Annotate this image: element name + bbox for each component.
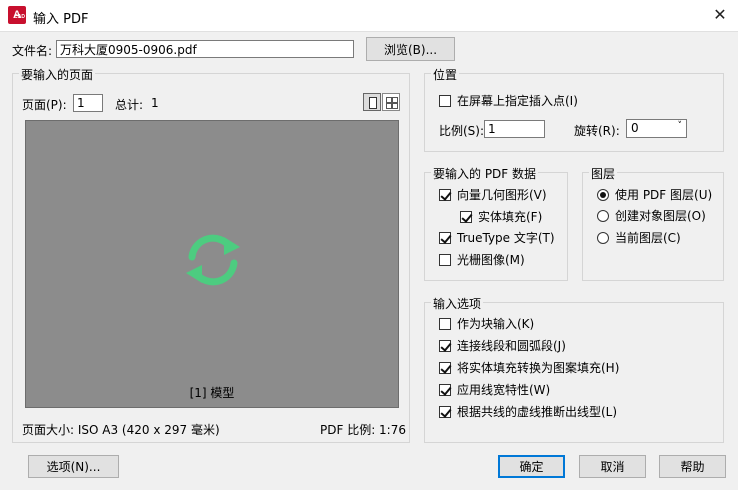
convert-fills-to-hatch-checkbox[interactable]: 将实体填充转换为图案填充(H) bbox=[439, 359, 619, 376]
checkbox-box[interactable] bbox=[439, 253, 451, 266]
pages-group-title: 要输入的页面 bbox=[19, 66, 96, 83]
checkbox-box[interactable] bbox=[439, 94, 451, 107]
position-group-title: 位置 bbox=[431, 66, 460, 83]
checkbox-box[interactable] bbox=[439, 405, 451, 418]
cancel-button[interactable]: 取消 bbox=[579, 455, 646, 478]
total-value: 1 bbox=[151, 96, 159, 110]
rotation-dropdown[interactable]: 0 ˅ bbox=[626, 119, 687, 138]
raster-images-label: 光栅图像(M) bbox=[457, 253, 525, 267]
help-button[interactable]: 帮助 bbox=[659, 455, 726, 478]
specify-on-screen-label: 在屏幕上指定插入点(I) bbox=[457, 94, 578, 108]
infer-linetypes-checkbox[interactable]: 根据共线的虚线推断出线型(L) bbox=[439, 403, 617, 420]
pdf-data-group-title: 要输入的 PDF 数据 bbox=[431, 165, 539, 182]
infer-linetypes-label: 根据共线的虚线推断出线型(L) bbox=[457, 405, 618, 419]
convert-fills-to-hatch-label: 将实体填充转换为图案填充(H) bbox=[457, 361, 620, 375]
create-object-layers-label: 创建对象图层(O) bbox=[615, 209, 706, 223]
chevron-down-icon: ˅ bbox=[677, 121, 683, 131]
ok-button[interactable]: 确定 bbox=[498, 455, 565, 478]
solid-fill-label: 实体填充(F) bbox=[478, 210, 543, 224]
checkbox-box[interactable] bbox=[439, 188, 451, 201]
grid-view-icon[interactable] bbox=[382, 93, 400, 111]
preview-caption: [1] 模型 bbox=[189, 386, 235, 400]
current-layer-radio[interactable]: 当前图层(C) bbox=[597, 229, 681, 246]
radio-dot[interactable] bbox=[597, 231, 609, 244]
single-page-view-icon[interactable] bbox=[363, 93, 381, 111]
join-segments-checkbox[interactable]: 连接线段和圆弧段(J) bbox=[439, 337, 566, 354]
options-button[interactable]: 选项(N)... bbox=[28, 455, 119, 478]
file-name-field[interactable] bbox=[56, 40, 354, 58]
current-layer-label: 当前图层(C) bbox=[615, 231, 681, 245]
vector-geometry-label: 向量几何图形(V) bbox=[457, 188, 547, 202]
scale-label: 比例(S): bbox=[439, 124, 485, 138]
import-as-block-label: 作为块输入(K) bbox=[457, 317, 535, 331]
autocad-logo-icon: A CAD bbox=[8, 6, 26, 24]
page-preview: [1] 模型 bbox=[25, 120, 399, 408]
window-title: 输入 PDF bbox=[33, 12, 89, 27]
checkbox-box[interactable] bbox=[439, 339, 451, 352]
use-pdf-layers-label: 使用 PDF 图层(U) bbox=[615, 188, 713, 202]
checkbox-box[interactable] bbox=[460, 210, 472, 223]
specify-on-screen-checkbox[interactable]: 在屏幕上指定插入点(I) bbox=[439, 92, 578, 109]
apply-lineweight-checkbox[interactable]: 应用线宽特性(W) bbox=[439, 381, 550, 398]
truetype-text-checkbox[interactable]: TrueType 文字(T) bbox=[439, 229, 555, 246]
pdf-scale-text: PDF 比例: 1:76 bbox=[320, 423, 406, 437]
rotation-value: 0 bbox=[631, 121, 639, 135]
position-group: 位置 bbox=[424, 66, 724, 152]
import-as-block-checkbox[interactable]: 作为块输入(K) bbox=[439, 315, 534, 332]
apply-lineweight-label: 应用线宽特性(W) bbox=[457, 383, 551, 397]
page-size-text: 页面大小: ISO A3 (420 x 297 毫米) bbox=[22, 423, 220, 437]
checkbox-box[interactable] bbox=[439, 317, 451, 330]
radio-dot[interactable] bbox=[597, 209, 609, 222]
radio-dot[interactable] bbox=[597, 188, 609, 201]
vector-geometry-checkbox[interactable]: 向量几何图形(V) bbox=[439, 186, 547, 203]
page-number-field[interactable] bbox=[73, 94, 103, 112]
layers-group-title: 图层 bbox=[589, 165, 618, 182]
refresh-icon bbox=[186, 234, 240, 286]
raster-images-checkbox[interactable]: 光栅图像(M) bbox=[439, 251, 525, 268]
checkbox-box[interactable] bbox=[439, 361, 451, 374]
browse-button[interactable]: 浏览(B)... bbox=[366, 37, 455, 61]
rotation-label: 旋转(R): bbox=[574, 124, 620, 138]
use-pdf-layers-radio[interactable]: 使用 PDF 图层(U) bbox=[597, 186, 712, 203]
join-segments-label: 连接线段和圆弧段(J) bbox=[457, 339, 566, 353]
import-options-group-title: 输入选项 bbox=[431, 295, 484, 312]
title-bar: A CAD 输入 PDF ✕ bbox=[0, 0, 738, 32]
create-object-layers-radio[interactable]: 创建对象图层(O) bbox=[597, 207, 706, 224]
solid-fill-checkbox[interactable]: 实体填充(F) bbox=[460, 208, 542, 225]
checkbox-box[interactable] bbox=[439, 231, 451, 244]
file-name-label: 文件名: bbox=[12, 44, 53, 58]
truetype-text-label: TrueType 文字(T) bbox=[457, 231, 555, 245]
total-label: 总计: bbox=[115, 98, 144, 112]
scale-field[interactable] bbox=[484, 120, 545, 138]
checkbox-box[interactable] bbox=[439, 383, 451, 396]
page-label: 页面(P): bbox=[22, 98, 67, 112]
close-icon[interactable]: ✕ bbox=[710, 5, 730, 25]
